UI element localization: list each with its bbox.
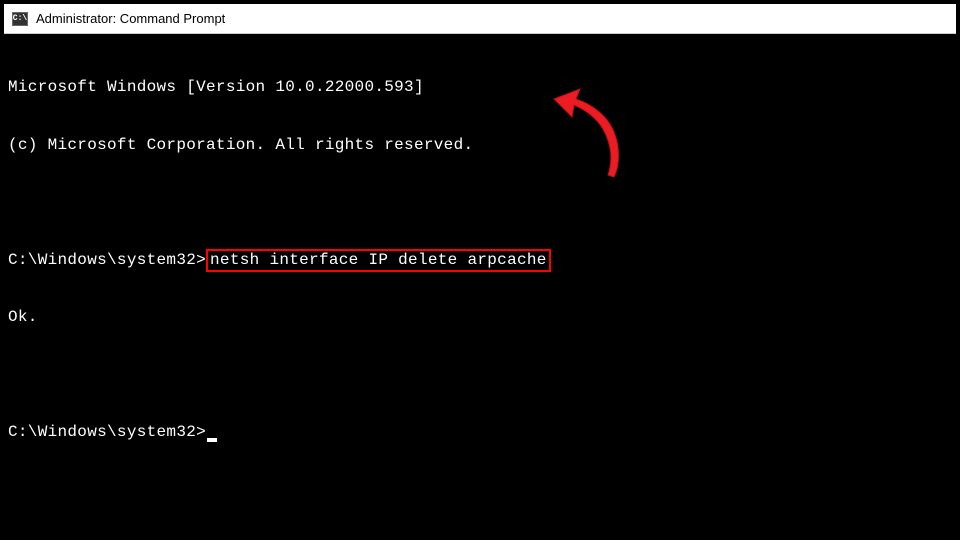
command-line-1: C:\Windows\system32>netsh interface IP d… bbox=[8, 251, 952, 270]
version-line: Microsoft Windows [Version 10.0.22000.59… bbox=[8, 78, 952, 97]
command-highlight: netsh interface IP delete arpcache bbox=[206, 249, 551, 272]
window-title: Administrator: Command Prompt bbox=[36, 11, 225, 26]
blank-line bbox=[8, 194, 952, 213]
command-prompt-window: C:\ Administrator: Command Prompt Micros… bbox=[0, 0, 960, 540]
response-line: Ok. bbox=[8, 308, 952, 327]
cmd-icon: C:\ bbox=[12, 12, 28, 26]
cursor bbox=[207, 438, 217, 442]
prompt-path: C:\Windows\system32> bbox=[8, 423, 206, 441]
terminal-area[interactable]: Microsoft Windows [Version 10.0.22000.59… bbox=[4, 34, 956, 536]
copyright-line: (c) Microsoft Corporation. All rights re… bbox=[8, 136, 952, 155]
command-line-2: C:\Windows\system32> bbox=[8, 423, 952, 442]
command-text: netsh interface IP delete arpcache bbox=[210, 251, 547, 269]
titlebar[interactable]: C:\ Administrator: Command Prompt bbox=[4, 4, 956, 34]
prompt-path: C:\Windows\system32> bbox=[8, 251, 206, 269]
blank-line bbox=[8, 366, 952, 385]
